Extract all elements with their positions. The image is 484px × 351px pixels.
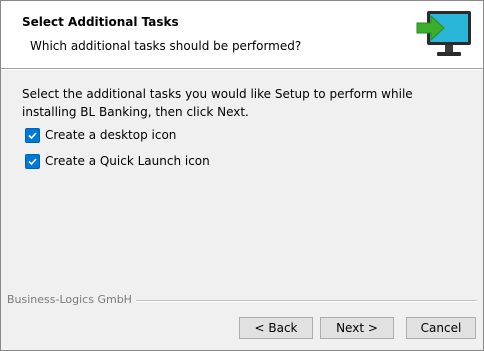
back-button[interactable]: < Back <box>239 317 313 339</box>
task-label: Create a Quick Launch icon <box>45 154 210 168</box>
publisher-label: Business-Logics GmbH <box>7 293 136 306</box>
wizard-header: Select Additional Tasks Which additional… <box>1 1 483 68</box>
task-label: Create a desktop icon <box>45 128 177 142</box>
instructions-text: Select the additional tasks you would li… <box>22 87 413 119</box>
page-title: Select Additional Tasks <box>22 15 179 29</box>
task-quick-launch-icon[interactable]: Create a Quick Launch icon <box>25 153 210 169</box>
setup-wizard-window: Select Additional Tasks Which additional… <box>0 0 484 351</box>
checkmark-icon <box>28 157 37 165</box>
task-desktop-icon[interactable]: Create a desktop icon <box>25 127 176 143</box>
next-button[interactable]: Next > <box>320 317 394 339</box>
footer-divider <box>129 300 477 302</box>
cancel-button[interactable]: Cancel <box>406 317 476 339</box>
header-divider <box>1 68 483 70</box>
computer-install-icon <box>416 11 471 56</box>
desktop-icon-checkbox[interactable] <box>25 127 40 143</box>
checkmark-icon <box>28 131 37 139</box>
quick-launch-checkbox[interactable] <box>25 153 40 169</box>
page-subtitle: Which additional tasks should be perform… <box>30 39 302 53</box>
